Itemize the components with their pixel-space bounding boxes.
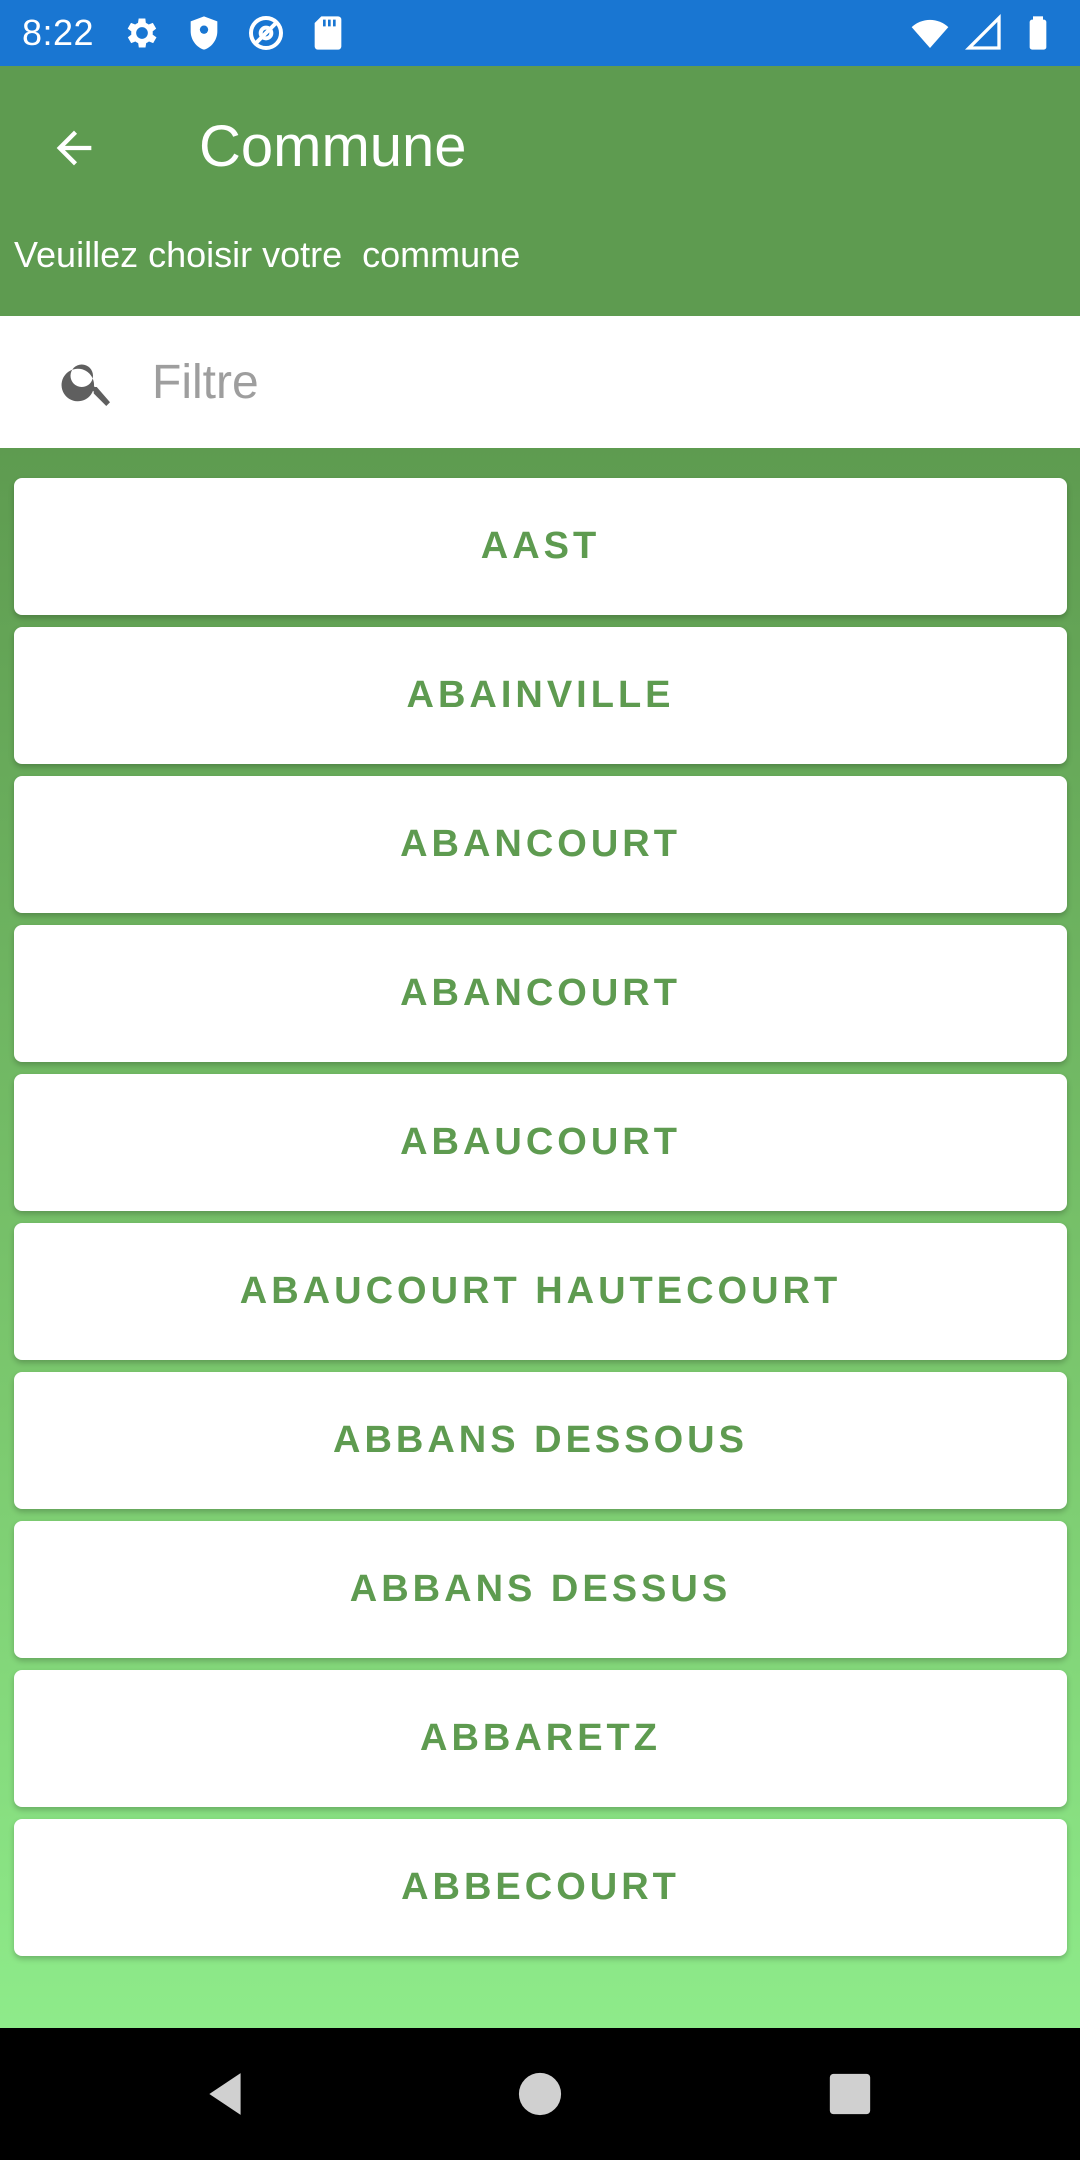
back-triangle-icon <box>209 2073 241 2115</box>
list-item[interactable]: ABANCOURT <box>14 925 1067 1062</box>
system-nav-bar <box>0 2028 1080 2160</box>
list-item[interactable]: ABBECOURT <box>14 1819 1067 1956</box>
list-item-label: ABBECOURT <box>401 1866 680 1908</box>
app-bar: Commune Veuillez choisir votre commune <box>0 66 1080 316</box>
list-item[interactable]: ABBANS DESSUS <box>14 1521 1067 1658</box>
home-circle-icon <box>518 2072 562 2116</box>
list-item-label: ABANCOURT <box>400 823 681 865</box>
list-item-label: ABAINVILLE <box>406 674 675 716</box>
nav-back-button[interactable] <box>188 2056 264 2132</box>
list-item-label: ABAUCOURT <box>400 1121 681 1163</box>
list-item[interactable]: ABBARETZ <box>14 1670 1067 1807</box>
sd-card-icon <box>314 16 342 50</box>
status-bar: 8:22 <box>0 0 1080 66</box>
status-time: 8:22 <box>22 12 95 53</box>
gear-icon <box>127 18 157 48</box>
back-button[interactable] <box>38 112 110 184</box>
list-item-label: ABANCOURT <box>400 972 681 1014</box>
page-title: Commune <box>199 114 467 179</box>
arrow-back-icon <box>56 130 92 166</box>
list-item-label: AAST <box>480 525 601 567</box>
list-item[interactable]: ABAUCOURT <box>14 1074 1067 1211</box>
list-item[interactable]: ABBANS DESSOUS <box>14 1372 1067 1509</box>
list-item[interactable]: ABANCOURT <box>14 776 1067 913</box>
page-subtitle: Veuillez choisir votre commune <box>14 234 521 275</box>
search-bar <box>0 316 1080 448</box>
status-icons-right <box>910 13 1058 53</box>
nav-recents-button[interactable] <box>812 2056 888 2132</box>
list-item[interactable]: AAST <box>14 478 1067 615</box>
search-icon <box>61 364 110 406</box>
recents-square-icon <box>829 2073 871 2115</box>
list-item[interactable]: ABAUCOURT HAUTECOURT <box>14 1223 1067 1360</box>
list-item-label: ABAUCOURT HAUTECOURT <box>239 1270 842 1312</box>
at-sign-icon <box>249 16 284 50</box>
wifi-icon <box>911 19 949 48</box>
shield-icon <box>190 16 218 50</box>
nav-home-button[interactable] <box>502 2056 578 2132</box>
search-input[interactable] <box>152 344 1032 420</box>
list-item-label: ABBANS DESSUS <box>349 1568 732 1610</box>
battery-icon <box>1029 16 1047 50</box>
list-item-label: ABBANS DESSOUS <box>333 1419 748 1461</box>
commune-list: AAST ABAINVILLE ABANCOURT ABANCOURT ABAU… <box>0 448 1080 2028</box>
list-item-label: ABBARETZ <box>420 1717 661 1759</box>
list-item[interactable]: ABAINVILLE <box>14 627 1067 764</box>
status-icons-left <box>122 13 348 53</box>
cellular-signal-icon <box>964 13 1001 50</box>
